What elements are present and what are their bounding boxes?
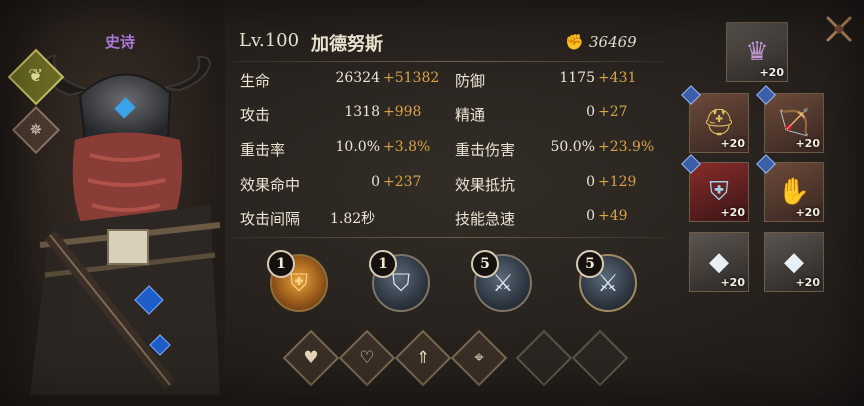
equip-level: +20 [795, 276, 820, 289]
power-value: 36469 [589, 33, 637, 51]
stat-bonus: +431 [598, 70, 637, 86]
close-button[interactable] [824, 14, 854, 44]
hero-name: 加德努斯 [311, 34, 383, 55]
combat-power: ✊ 36469 [565, 31, 665, 55]
equip-amulet[interactable]: ◆ +20 [764, 232, 824, 292]
stat-crit-rate: 重击率 10.0% +3.8% [240, 139, 430, 161]
stat-bonus: +129 [598, 174, 637, 190]
stat-base: 0 [371, 174, 380, 190]
stat-bonus: +3.8% [383, 139, 431, 155]
stat-label: 防御 [455, 72, 486, 90]
header-divider [233, 61, 665, 62]
stat-bonus: +27 [598, 104, 628, 120]
rune-slot-3[interactable]: ⇑ [394, 329, 452, 387]
equip-level: +20 [720, 137, 745, 150]
stat-bonus: +998 [383, 104, 422, 120]
stat-label: 重击伤害 [455, 141, 516, 159]
stat-label: 生命 [240, 72, 271, 90]
equip-gloves[interactable]: ✋ +20 [756, 154, 824, 222]
stat-base: 1175 [559, 70, 595, 86]
equip-helmet[interactable]: ⛑ +20 [681, 85, 749, 153]
stat-base: 0 [586, 104, 595, 120]
crosshair-icon: ⌖ [474, 348, 484, 368]
hero-header: Lv.100 加德努斯 ✊ 36469 [233, 28, 665, 58]
equip-level: +20 [795, 206, 820, 219]
skill-3[interactable]: ⚔ 5 [471, 250, 532, 312]
stat-effect-hit: 效果命中 0 +237 [240, 174, 421, 196]
close-icon [826, 16, 852, 42]
rune-slot-1[interactable]: ♥ [282, 329, 340, 387]
fist-icon: ✊ [565, 33, 584, 51]
skill-level-badge: 5 [576, 250, 604, 278]
stat-skill-haste: 技能急速 0 +49 [455, 208, 628, 230]
skill-1[interactable]: ⛨ 1 [267, 250, 328, 312]
skill-2[interactable]: ⛉ 1 [369, 250, 430, 312]
skill-level-badge: 1 [267, 250, 295, 278]
hero-portrait [30, 55, 221, 395]
stat-defense: 防御 1175 +431 [455, 70, 636, 92]
stat-effect-resist: 效果抵抗 0 +129 [455, 174, 636, 196]
stat-base: 1318 [344, 104, 380, 120]
stat-bonus: +49 [598, 208, 628, 224]
stat-label: 攻击 [240, 106, 271, 124]
stat-label: 重击率 [240, 141, 286, 159]
stat-base: 1.82秒 [330, 211, 376, 227]
stat-mastery: 精通 0 +27 [455, 104, 628, 126]
stat-bonus: +237 [383, 174, 422, 190]
stat-label: 效果抵抗 [455, 176, 516, 194]
hero-detail-panel: 史诗 ❦ ✵ Lv.100 加德努斯 ✊ 36469 生命 26324 +513… [0, 0, 864, 406]
stat-base: 50.0% [550, 139, 595, 155]
hero-level: Lv.100 [239, 30, 300, 51]
equip-ring[interactable]: ◆ +20 [689, 232, 749, 292]
stat-attack: 攻击 1318 +998 [240, 104, 421, 126]
heart-plus-icon: ♡ [359, 348, 375, 368]
equip-weapon[interactable]: 🏹 +20 [756, 85, 824, 153]
equip-artifact[interactable]: ♛ +20 [726, 22, 788, 82]
stat-label: 攻击间隔 [240, 210, 301, 228]
skill-level-badge: 1 [369, 250, 397, 278]
stat-bonus: +23.9% [598, 139, 655, 155]
equip-armor[interactable]: ⛨ +20 [681, 154, 749, 222]
equip-level: +20 [795, 137, 820, 150]
arrow-up-icon: ⇑ [415, 348, 431, 368]
rune-slot-2[interactable]: ♡ [338, 329, 396, 387]
hero-portrait-area: 史诗 ❦ ✵ [0, 0, 225, 406]
stat-base: 0 [586, 174, 595, 190]
rarity-label: 史诗 [105, 33, 136, 51]
rune-slot-5[interactable] [515, 329, 573, 387]
stat-label: 技能急速 [455, 210, 516, 228]
stat-bonus: +51382 [383, 70, 440, 86]
stat-base: 26324 [335, 70, 380, 86]
stats-divider [233, 237, 665, 238]
stat-crit-damage: 重击伤害 50.0% +23.9% [455, 139, 654, 161]
heart-icon: ♥ [303, 348, 319, 368]
equip-level: +20 [759, 66, 784, 79]
stat-label: 精通 [455, 106, 486, 124]
rune-slot-6[interactable] [571, 329, 629, 387]
equip-level: +20 [720, 206, 745, 219]
skill-level-badge: 5 [471, 250, 499, 278]
stat-attack-interval: 攻击间隔 1.82秒 [240, 208, 380, 230]
stat-base: 0 [586, 208, 595, 224]
rune-slot-4[interactable]: ⌖ [450, 329, 508, 387]
equip-level: +20 [720, 276, 745, 289]
skill-4[interactable]: ⚔ 5 [576, 250, 637, 312]
stat-base: 10.0% [335, 139, 380, 155]
stat-hp: 生命 26324 +51382 [240, 70, 439, 92]
